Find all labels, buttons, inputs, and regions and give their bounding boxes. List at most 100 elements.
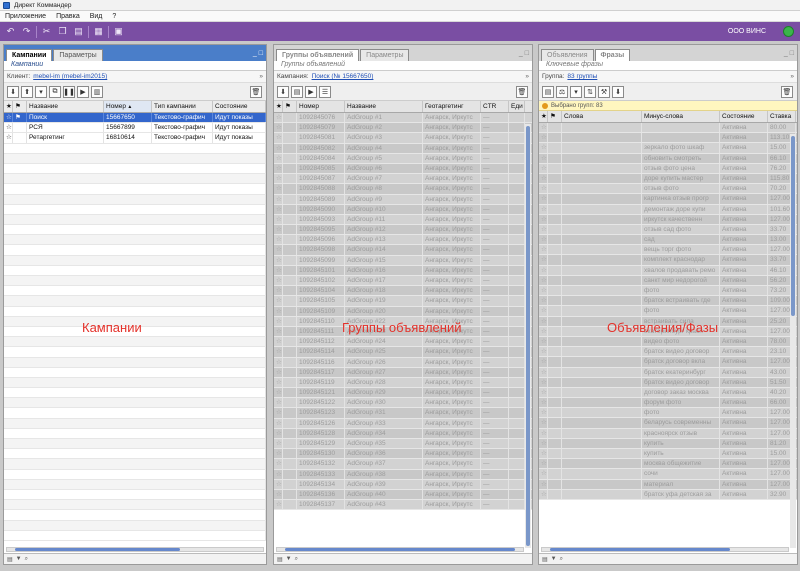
flag-icon[interactable] xyxy=(283,235,297,245)
ads-filter-bar[interactable]: ▤ ▼ ⌕ xyxy=(539,553,797,564)
connection-status-icon[interactable] xyxy=(783,26,794,37)
flag-icon[interactable] xyxy=(548,265,562,275)
star-icon[interactable]: ☆ xyxy=(274,286,283,296)
flag-icon[interactable] xyxy=(548,438,562,448)
flag-icon[interactable] xyxy=(548,469,562,479)
star-icon[interactable]: ☆ xyxy=(539,367,548,377)
filter-icon[interactable]: ▼ xyxy=(286,556,292,562)
table-row[interactable]: ☆ сад Активна 13.00 xyxy=(539,235,797,246)
flag-icon[interactable] xyxy=(283,367,297,377)
star-icon[interactable]: ☆ xyxy=(274,418,283,428)
table-row[interactable]: ☆ фото Активна 127.00 xyxy=(539,408,797,419)
star-icon[interactable]: ☆ xyxy=(274,347,283,357)
star-column-icon[interactable]: ★ xyxy=(274,101,283,112)
flag-icon[interactable] xyxy=(283,286,297,296)
new-phrase-icon[interactable]: ▤ xyxy=(542,85,554,98)
table-row[interactable]: ☆ Ретаргетинг 16810614 Текстово-графич Идут … xyxy=(4,133,266,144)
copy-campaign-icon[interactable]: ⧉ xyxy=(49,85,61,98)
star-icon[interactable]: ☆ xyxy=(539,224,548,235)
table-row[interactable]: ☆ Активна 80.00 xyxy=(539,123,797,134)
flag-icon[interactable] xyxy=(548,204,562,214)
star-icon[interactable]: ☆ xyxy=(539,408,548,418)
table-row[interactable]: ☆ 1092845130 AdGroup #36 Ангарск, Иркутс — xyxy=(274,449,532,460)
adgroups-filter-bar[interactable]: ▤ ▼ ⌕ xyxy=(274,553,532,564)
flag-icon[interactable] xyxy=(283,418,297,428)
flag-icon[interactable]: ⚑ xyxy=(13,113,27,123)
flag-icon[interactable] xyxy=(283,347,297,357)
vscroll-thumb[interactable] xyxy=(526,126,530,546)
table-row[interactable]: ☆ 1092845129 AdGroup #35 Ангарск, Иркутс — xyxy=(274,439,532,450)
table-row[interactable]: ☆ 1092845132 AdGroup #37 Ангарск, Иркутс — xyxy=(274,459,532,470)
flag-icon[interactable] xyxy=(548,347,562,357)
flag-icon[interactable] xyxy=(283,123,297,133)
star-icon[interactable]: ☆ xyxy=(274,265,283,275)
hscroll-thumb[interactable] xyxy=(550,548,730,551)
flag-icon[interactable] xyxy=(548,428,562,438)
table-row[interactable]: ☆ 1092845079 AdGroup #2 Ангарск, Иркутс — xyxy=(274,123,532,134)
group-link[interactable]: 83 группы xyxy=(567,73,597,80)
flag-icon[interactable] xyxy=(283,306,297,316)
table-row[interactable]: ☆ 1092845101 AdGroup #16 Ангарск, Иркутс — xyxy=(274,265,532,276)
table-row[interactable]: ☆ демонтаж доре купи Активна 101.60 xyxy=(539,204,797,215)
new-adgroup-icon[interactable]: ▤ xyxy=(291,85,303,98)
flag-icon[interactable] xyxy=(13,123,27,133)
table-row[interactable]: ☆ 1092845122 AdGroup #30 Ангарск, Иркутс — xyxy=(274,398,532,409)
star-icon[interactable]: ☆ xyxy=(274,337,283,347)
star-icon[interactable]: ☆ xyxy=(274,123,283,133)
flag-icon[interactable] xyxy=(283,255,297,265)
star-icon[interactable]: ☆ xyxy=(539,469,548,479)
table-row[interactable]: ☆ отзыв фото Активна 70.20 xyxy=(539,184,797,195)
star-icon[interactable]: ☆ xyxy=(539,245,548,255)
star-icon[interactable]: ☆ xyxy=(539,438,548,448)
star-icon[interactable]: ☆ xyxy=(274,235,283,245)
star-icon[interactable]: ☆ xyxy=(539,133,548,143)
flag-icon[interactable] xyxy=(548,194,562,204)
flag-icon[interactable] xyxy=(283,245,297,255)
table-row[interactable]: ☆ 1092845090 AdGroup #10 Ангарск, Иркутс — xyxy=(274,204,532,215)
flag-icon[interactable] xyxy=(283,163,297,174)
star-icon[interactable]: ☆ xyxy=(539,265,548,275)
panel-window-controls[interactable]: _ □ xyxy=(784,50,797,57)
star-icon[interactable]: ☆ xyxy=(539,286,548,296)
flag-icon[interactable] xyxy=(548,398,562,408)
star-icon[interactable]: ☆ xyxy=(274,367,283,377)
flag-icon[interactable] xyxy=(548,387,562,398)
star-icon[interactable]: ☆ xyxy=(539,143,548,153)
flag-icon[interactable] xyxy=(283,204,297,214)
flag-icon[interactable] xyxy=(548,235,562,245)
flag-icon[interactable] xyxy=(283,408,297,418)
table-row[interactable]: ☆ братск видео договор Активна 23.10 xyxy=(539,347,797,358)
star-icon[interactable]: ☆ xyxy=(539,326,548,336)
flag-icon[interactable] xyxy=(548,367,562,377)
company-name[interactable]: ООО ВИНС xyxy=(728,22,766,41)
trash-icon[interactable]: 🗑 xyxy=(516,85,528,98)
star-icon[interactable]: ☆ xyxy=(274,245,283,255)
star-icon[interactable]: ☆ xyxy=(274,500,283,510)
flag-icon[interactable] xyxy=(283,133,297,143)
edit-dropdown-icon[interactable]: ▾ xyxy=(570,85,582,98)
table-row[interactable]: ☆ 1092845134 AdGroup #39 Ангарск, Иркутс — xyxy=(274,479,532,490)
star-icon[interactable]: ☆ xyxy=(539,449,548,459)
star-icon[interactable]: ☆ xyxy=(539,306,548,316)
star-icon[interactable]: ☆ xyxy=(539,214,548,224)
table-row[interactable]: ☆ 1092845109 AdGroup #20 Ангарск, Иркутс — xyxy=(274,306,532,317)
flag-icon[interactable] xyxy=(283,153,297,163)
filter-icon[interactable]: ▼ xyxy=(16,556,22,562)
table-row[interactable]: ☆ 1092845117 AdGroup #27 Ангарск, Иркутс — xyxy=(274,367,532,378)
table-row[interactable]: ☆ братск видео договор Активна 51.50 xyxy=(539,377,797,388)
campaigns-hscrollbar[interactable] xyxy=(6,547,264,552)
star-icon[interactable]: ☆ xyxy=(274,113,283,123)
table-row[interactable]: ☆ братск договор вкла Активна 127.00 xyxy=(539,357,797,368)
table-row[interactable]: ☆ хвалов продавать ремо Активна 46.10 xyxy=(539,265,797,276)
table-row[interactable]: ☆ отзыв фото цена Активна 76.20 xyxy=(539,163,797,174)
tab-campaigns[interactable]: Кампании xyxy=(6,49,53,61)
campaign-link[interactable]: Поиск (№ 15667650) xyxy=(312,73,374,80)
star-icon[interactable]: ☆ xyxy=(274,459,283,469)
table-row[interactable]: ☆ иркутск качественн Активна 127.00 xyxy=(539,214,797,225)
grid-icon[interactable]: ▦ xyxy=(92,25,105,38)
flag-icon[interactable] xyxy=(548,418,562,428)
flag-icon[interactable] xyxy=(548,173,562,184)
star-icon[interactable]: ☆ xyxy=(539,275,548,285)
flag-icon[interactable] xyxy=(548,224,562,235)
table-row[interactable]: ☆ материал Активна 127.00 xyxy=(539,479,797,490)
